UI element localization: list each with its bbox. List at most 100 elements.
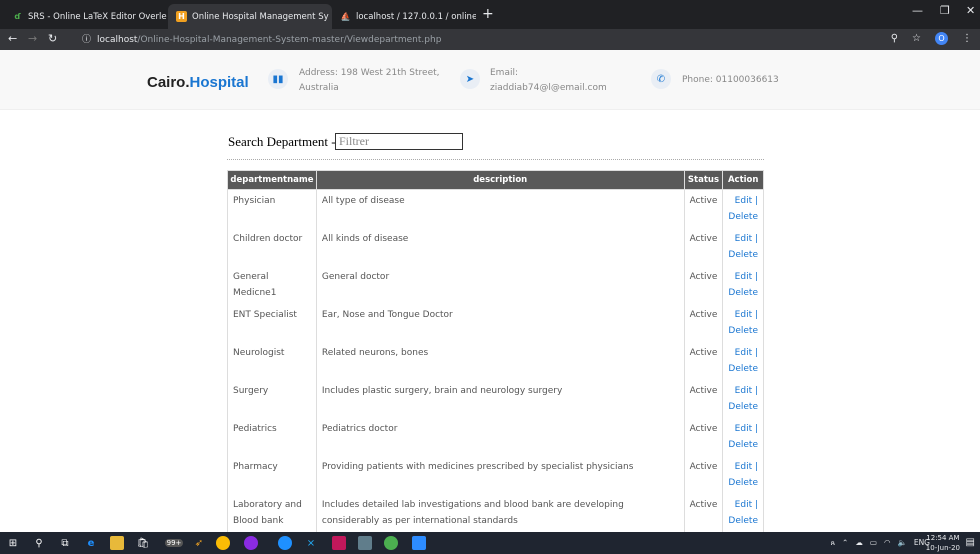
address-line2: Australia [299,83,339,93]
department-name: General Medicne1 [227,265,317,304]
department-description: Includes detailed lab investigations and… [315,493,685,532]
site-info-icon[interactable]: ⓘ [82,35,91,45]
table-row: Pediatrics Pediatrics doctor Active Edit… [227,417,764,456]
table-row: Pharmacy Providing patients with medicin… [227,455,764,494]
maximize-icon[interactable]: ❐ [940,4,950,17]
delete-link[interactable]: Delete [728,402,758,412]
edit-link[interactable]: Edit | [735,196,758,206]
delete-link[interactable]: Delete [728,478,758,488]
zoom-icon[interactable]: ⚲ [891,33,898,44]
volume-icon[interactable]: 🔈 [897,538,906,548]
column-header: Action [722,170,764,190]
department-description: Providing patients with medicines prescr… [315,455,685,494]
site-header: Cairo.Hospital ▮▮ Address: 198 West 21th… [0,50,980,110]
menu-icon[interactable]: ⋮ [962,33,972,44]
overleaf-icon: ɗ [14,12,21,21]
task-view-icon[interactable]: ⧉ [58,536,72,550]
file-explorer-icon[interactable] [110,536,124,550]
action-cell: Edit | Delete [722,265,764,304]
department-status: Active [683,493,724,532]
app-icon[interactable] [358,536,372,550]
url-host: localhost [97,35,138,45]
delete-link[interactable]: Delete [728,516,758,526]
action-cell: Edit | Delete [722,227,764,266]
window-close-icon[interactable]: ✕ [966,4,975,17]
tab-phpmyadmin[interactable]: ⛵ localhost / 127.0.0.1 / onlinehos × [332,4,476,29]
store-icon[interactable]: 🛍 [136,536,150,550]
delete-link[interactable]: Delete [728,326,758,336]
department-status: Active [683,303,724,342]
address-bar: ← → ↻ ⓘ localhost/Online-Hospital-Managem… [0,29,980,50]
map-icon: ▮▮ [268,69,288,89]
email-label: Email: [490,68,519,78]
search-icon[interactable]: ⚲ [32,536,46,550]
edit-link[interactable]: Edit | [735,500,758,510]
taskbar-badge: 99+ [164,539,184,547]
delete-link[interactable]: Delete [728,250,758,260]
delete-link[interactable]: Delete [728,212,758,222]
phone-icon: ✆ [651,69,671,89]
edit-link[interactable]: Edit | [735,272,758,282]
app-icon[interactable] [278,536,292,550]
url-field[interactable]: ⓘ localhost/Online-Hospital-Management-Sy… [82,32,441,45]
edit-link[interactable]: Edit | [735,424,758,434]
app-icon[interactable] [384,536,398,550]
edit-link[interactable]: Edit | [735,310,758,320]
new-tab-button[interactable]: + [482,6,494,22]
search-input[interactable] [335,133,463,150]
os-taskbar: ⊞ ⚲ ⧉ e 🛍 99+ ➶ ⨯ ጰ ⌃ ☁ ▭ ◠ 🔈 ENG 12:54 … [0,532,980,554]
reload-icon[interactable]: ↻ [48,32,57,45]
edit-link[interactable]: Edit | [735,386,758,396]
email-info: Email: ziaddiab74@l@email.com [490,66,607,96]
back-icon[interactable]: ← [8,32,17,45]
windows-start-icon[interactable]: ⊞ [6,536,20,550]
system-tray: ጰ ⌃ ☁ ▭ ◠ 🔈 ENG [831,538,930,548]
action-cell: Edit | Delete [722,189,764,228]
address-info: Address: 198 West 21th Street, Australia [299,66,440,96]
delete-link[interactable]: Delete [728,288,758,298]
chrome-icon[interactable] [216,536,230,550]
department-status: Active [683,417,724,456]
search-label: Search Department - [228,134,336,149]
app-icon[interactable] [244,536,258,550]
tray-chevron-icon[interactable]: ⌃ [842,538,848,548]
app-icon[interactable]: ➶ [192,536,206,550]
clock[interactable]: 12:54 AM 10-Jun-20 [926,533,960,553]
edge-icon[interactable]: e [84,536,98,550]
department-description: General doctor [315,265,685,304]
wifi-icon[interactable]: ◠ [884,538,891,548]
browser-tab-bar: ɗ SRS - Online LaTeX Editor Overle × H O… [0,0,980,29]
department-name: Laboratory and Blood bank [227,493,317,532]
tab-hospital[interactable]: H Online Hospital Management Sy × [168,4,332,29]
battery-icon[interactable]: ▭ [870,538,877,548]
app-icon[interactable] [332,536,346,550]
zoom-app-icon[interactable] [412,536,426,550]
department-status: Active [683,341,724,380]
forward-icon[interactable]: → [28,32,37,45]
action-cell: Edit | Delete [722,455,764,494]
notification-icon[interactable]: ▤ [966,537,975,548]
department-description: All type of disease [315,189,685,228]
edit-link[interactable]: Edit | [735,234,758,244]
delete-link[interactable]: Delete [728,364,758,374]
edit-link[interactable]: Edit | [735,348,758,358]
site-logo[interactable]: Cairo.Hospital [147,74,249,91]
department-name: Neurologist [227,341,317,380]
profile-avatar[interactable]: O [935,32,948,45]
minimize-icon[interactable]: — [912,4,923,17]
people-icon[interactable]: ጰ [831,538,835,548]
vscode-icon[interactable]: ⨯ [304,536,318,550]
department-table: departmentname description Status Action… [227,170,764,532]
onedrive-icon[interactable]: ☁ [855,538,863,548]
department-name: Pediatrics [227,417,317,456]
delete-link[interactable]: Delete [728,440,758,450]
department-description: Ear, Nose and Tongue Doctor [315,303,685,342]
column-header: Status [683,170,724,190]
tab-overleaf[interactable]: ɗ SRS - Online LaTeX Editor Overle × [4,4,168,29]
department-description: Pediatrics doctor [315,417,685,456]
department-description: Related neurons, bones [315,341,685,380]
department-name: Children doctor [227,227,317,266]
edit-link[interactable]: Edit | [735,462,758,472]
app-badge-icon[interactable]: 99+ [160,536,188,550]
bookmark-star-icon[interactable]: ☆ [912,33,921,44]
